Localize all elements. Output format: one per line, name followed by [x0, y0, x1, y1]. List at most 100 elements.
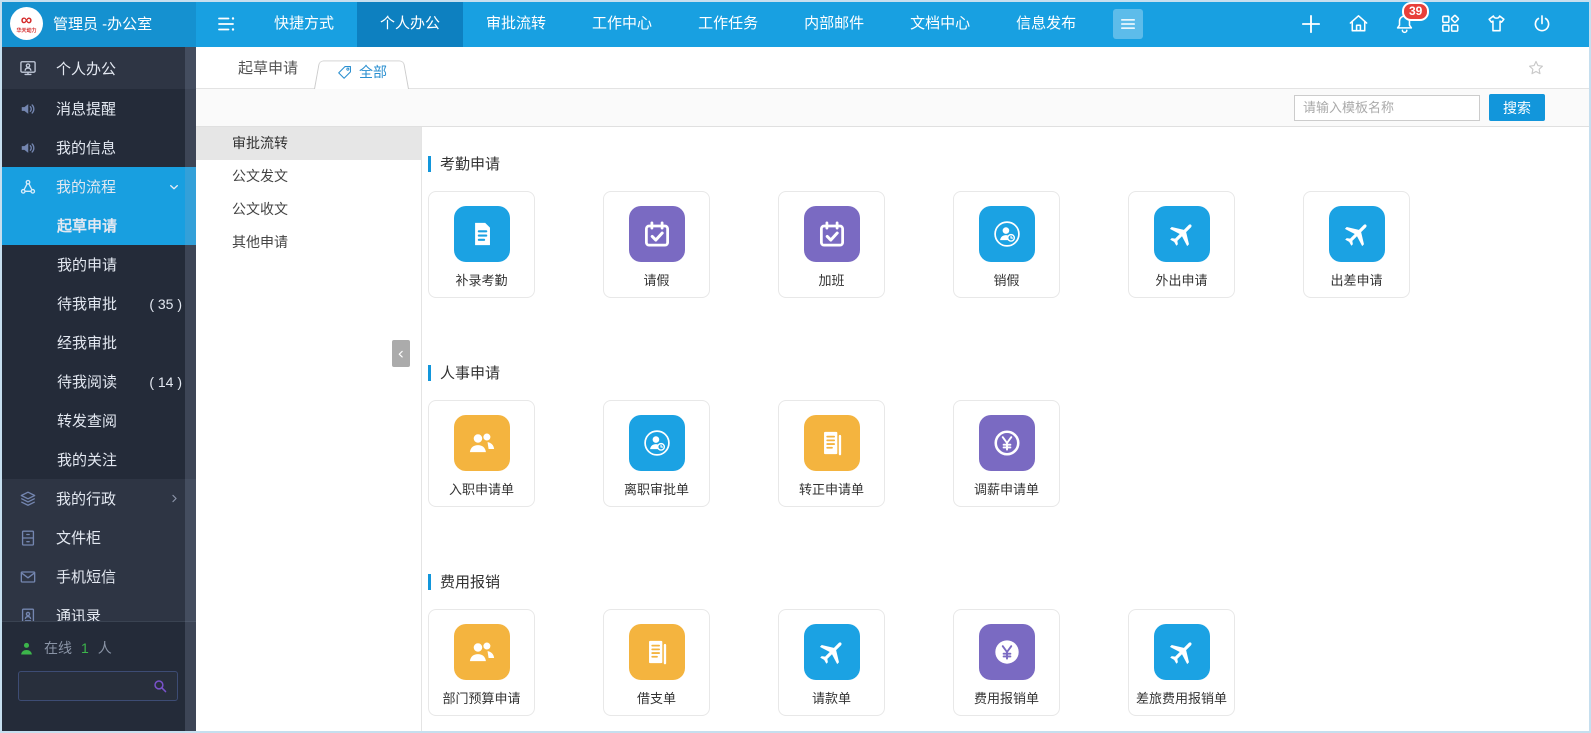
- sidebar-item[interactable]: 我的信息: [0, 128, 196, 167]
- topbar-action-apps[interactable]: [1439, 12, 1462, 35]
- sidebar: 个人办公 消息提醒 我的信息 我的流程 起草申请 我的申请 待我审批( 35 ) 经我审批 待我…: [0, 47, 196, 733]
- subnav-item[interactable]: 公文发文: [196, 160, 421, 193]
- sidebar-search-input[interactable]: [27, 677, 151, 695]
- menu-collapse-icon[interactable]: [215, 12, 239, 36]
- template-card[interactable]: 入职申请单: [428, 400, 535, 507]
- topbar-menu-item[interactable]: 内部邮件: [781, 0, 887, 47]
- sidebar-subitem[interactable]: 待我审批 ( 35 ): [0, 284, 196, 323]
- search-icon[interactable]: [151, 677, 169, 695]
- pending-count: ( 14 ): [149, 373, 182, 390]
- star-icon[interactable]: [1526, 58, 1546, 78]
- topbar-menu-item[interactable]: 工作中心: [569, 0, 675, 47]
- template-card[interactable]: 借支单: [603, 609, 710, 716]
- yen-ring-icon: [978, 415, 1035, 471]
- sidebar-subitem[interactable]: 待我阅读 ( 14 ): [0, 362, 196, 401]
- sidebar-item-label: 我的行政: [56, 491, 117, 508]
- sidebar-item-label: 文件柜: [56, 530, 102, 547]
- template-section: 考勤申请补录考勤 请假 加班 销假 外出申请 出差申请: [428, 153, 1591, 298]
- sidebar-item[interactable]: 我的流程: [0, 167, 196, 206]
- topbar-menu: 快捷方式 个人办公 审批流转 工作中心 工作任务 内部邮件 文档中心 信息发布: [251, 0, 1099, 47]
- section-title: 人事申请: [428, 362, 1591, 383]
- more-menu-button[interactable]: [1113, 8, 1144, 39]
- template-card[interactable]: 销假: [953, 191, 1060, 298]
- template-card-label: 出差申请: [1330, 273, 1383, 288]
- sidebar-item[interactable]: 我的行政: [0, 479, 196, 518]
- topbar-menu-item[interactable]: 快捷方式: [251, 0, 357, 47]
- template-card[interactable]: 请款单: [778, 609, 885, 716]
- template-card-label: 加班: [818, 273, 845, 288]
- sidebar-subitem[interactable]: 我的关注: [0, 440, 196, 479]
- template-card[interactable]: 请假: [603, 191, 710, 298]
- main-body: 审批流转 公文发文 公文收文 其他申请 考勤申请补录考勤 请假 加班 销假 外出申请 出差申请人…: [196, 127, 1591, 733]
- mail-icon: [18, 567, 38, 587]
- topbar-action-add[interactable]: [1298, 11, 1324, 37]
- sidebar-scrollbar[interactable]: [185, 47, 196, 733]
- topbar-action-theme[interactable]: [1485, 12, 1508, 35]
- template-card[interactable]: 加班: [778, 191, 885, 298]
- sidebar-item-label: 经我审批: [57, 335, 118, 352]
- template-card[interactable]: 补录考勤: [428, 191, 535, 298]
- main-area: 起草申请 全部 搜索 审批流转公文发文公文收文其他申请 考勤申请补录考勤 请假 加班…: [196, 47, 1591, 733]
- topbar-menu-item[interactable]: 文档中心: [887, 0, 993, 47]
- power-icon: [1531, 13, 1553, 35]
- topbar-menu-item[interactable]: 审批流转: [463, 0, 569, 47]
- tab-all-label: 全部: [359, 64, 388, 80]
- speaker-icon: [18, 99, 38, 119]
- sidebar-subitem[interactable]: 我的申请: [0, 245, 196, 284]
- plane-icon: [1153, 206, 1210, 262]
- template-card[interactable]: 离职审批单: [603, 400, 710, 507]
- topbar-action-power[interactable]: [1531, 13, 1553, 35]
- sidebar-subitem[interactable]: 起草申请: [0, 206, 196, 245]
- sidebar-item[interactable]: 消息提醒: [0, 89, 196, 128]
- template-card-label: 转正申请单: [798, 482, 864, 497]
- sidebar-item-label: 我的申请: [57, 257, 118, 274]
- subnav-item[interactable]: 审批流转: [196, 127, 421, 160]
- notification-badge: 39: [1402, 2, 1430, 21]
- topbar-menu-item[interactable]: 工作任务: [675, 0, 781, 47]
- section-title: 费用报销: [428, 571, 1591, 592]
- online-user-icon: [18, 640, 35, 657]
- search-button[interactable]: 搜索: [1489, 94, 1545, 121]
- sidebar-search-box: [18, 671, 178, 701]
- subnav-collapse-handle[interactable]: [392, 340, 410, 367]
- card-row: 部门预算申请 借支单 请款单 费用报销单 差旅费用报销单: [428, 609, 1591, 716]
- template-card[interactable]: 转正申请单: [778, 400, 885, 507]
- template-search-input[interactable]: [1294, 94, 1480, 121]
- template-card-label: 外出申请: [1155, 273, 1208, 288]
- card-row: 入职申请单 离职审批单 转正申请单 调薪申请单: [428, 400, 1591, 507]
- topbar-action-notifications[interactable]: 39: [1393, 2, 1430, 35]
- document-lines-icon: [628, 624, 685, 680]
- sidebar-item-label: 待我审批: [57, 296, 118, 313]
- topbar-menu-item[interactable]: 信息发布: [993, 0, 1099, 47]
- template-card[interactable]: 出差申请: [1303, 191, 1410, 298]
- calendar-check-icon: [803, 206, 860, 262]
- topbar: ∞ 华天动力 管理员 -办公室 快捷方式 个人办公 审批流转 工作中心 工作任务 内部邮件…: [0, 0, 1591, 47]
- template-card[interactable]: 外出申请: [1128, 191, 1235, 298]
- template-card[interactable]: 调薪申请单: [953, 400, 1060, 507]
- brand-logo[interactable]: ∞ 华天动力: [10, 7, 43, 40]
- template-card[interactable]: 差旅费用报销单: [1128, 609, 1235, 716]
- sidebar-item[interactable]: 文件柜: [0, 518, 196, 557]
- template-search-toolbar: 搜索: [196, 89, 1591, 127]
- sidebar-item[interactable]: 个人办公: [0, 47, 196, 89]
- sidebar-subitem[interactable]: 转发查阅: [0, 401, 196, 440]
- sidebar-item[interactable]: 手机短信: [0, 557, 196, 596]
- topbar-action-home[interactable]: [1347, 12, 1370, 35]
- subnav-item[interactable]: 公文收文: [196, 193, 421, 226]
- subnav-item[interactable]: 其他申请: [196, 226, 421, 259]
- sidebar-item-label: 通讯录: [56, 608, 102, 621]
- layers-icon: [18, 489, 38, 509]
- sidebar-subitem[interactable]: 经我审批: [0, 323, 196, 362]
- section-title: 考勤申请: [428, 153, 1591, 174]
- template-card[interactable]: 部门预算申请: [428, 609, 535, 716]
- topbar-menu-item[interactable]: 个人办公: [357, 0, 464, 47]
- speaker-icon: [18, 138, 38, 158]
- sidebar-item[interactable]: 通讯录: [0, 596, 196, 621]
- topbar-user-label: 管理员 -办公室: [53, 16, 153, 33]
- tab-all[interactable]: 全部: [314, 57, 410, 89]
- sidebar-bottom-panel: 在线 1 人: [0, 621, 196, 733]
- online-status: 在线 1 人: [18, 638, 178, 658]
- template-card[interactable]: 费用报销单: [953, 609, 1060, 716]
- sidebar-nav: 个人办公 消息提醒 我的信息 我的流程 起草申请 我的申请 待我审批( 35 ) 经我审批 待我…: [0, 47, 196, 621]
- section-title-bar: [428, 155, 431, 172]
